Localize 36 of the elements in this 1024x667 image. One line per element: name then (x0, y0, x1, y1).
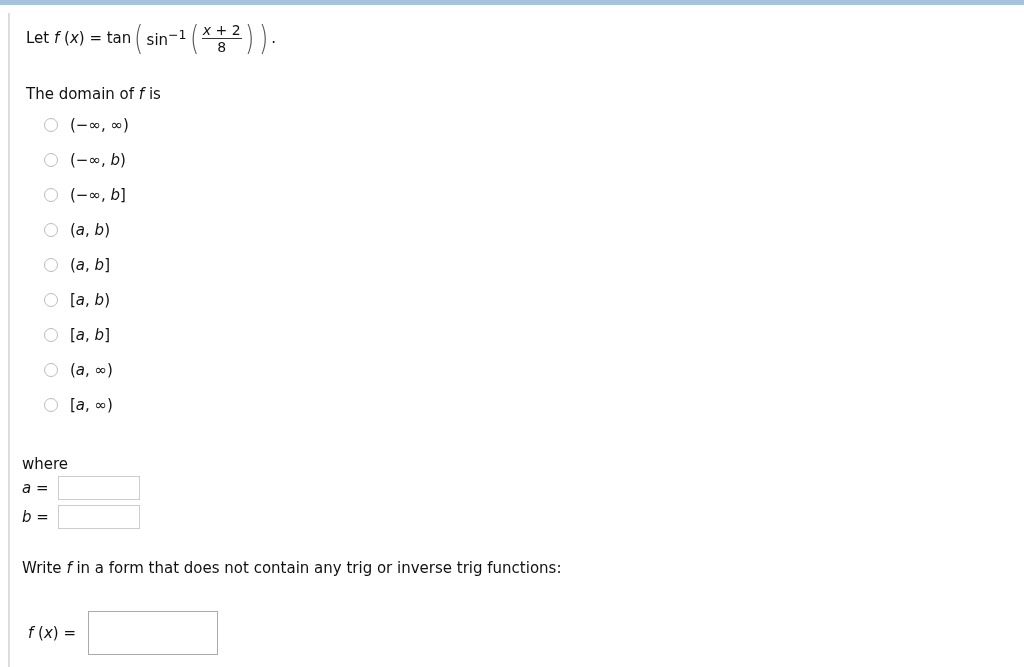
option-label[interactable]: (−∞, ∞) (70, 115, 129, 134)
question-text: Write f in a form that does not contain any trig or inverse trig functions: (22, 559, 563, 577)
radio-button[interactable] (44, 222, 58, 237)
option-label[interactable]: (a, b) (70, 220, 110, 239)
input-field[interactable] (58, 475, 140, 500)
radio-button[interactable] (44, 292, 58, 307)
input-field[interactable] (58, 504, 140, 529)
question-text: The domain of f is (26, 85, 162, 103)
option-label[interactable]: [a, b) (70, 290, 110, 309)
denominator: 8 (217, 38, 227, 55)
period: . (271, 29, 276, 47)
parenthesis: ) (258, 21, 269, 55)
radio-button[interactable] (44, 117, 58, 132)
numerator: x + 2 (201, 21, 242, 39)
parenthesis: ( (134, 21, 144, 55)
variable-label: b = (22, 507, 50, 526)
option-label[interactable]: (−∞, b] (70, 185, 126, 204)
answer-field[interactable] (88, 611, 218, 655)
where-label: where (22, 455, 70, 473)
variable-label: a = (22, 478, 50, 497)
option-label[interactable]: (−∞, b) (70, 150, 126, 169)
radio-button[interactable] (44, 257, 58, 272)
radio-button[interactable] (44, 362, 58, 377)
formula-text: sin$^{−1}$ (146, 27, 187, 49)
radio-button[interactable] (44, 152, 58, 167)
option-label[interactable]: [a, b] (70, 325, 110, 344)
parenthesis: ) (244, 21, 254, 55)
answer-label: f (x) = (28, 624, 77, 642)
option-label[interactable]: [a, ∞) (70, 395, 113, 414)
parenthesis: ( (189, 21, 199, 55)
radio-button[interactable] (44, 397, 58, 412)
option-label[interactable]: (a, b] (70, 255, 110, 274)
option-label[interactable]: (a, ∞) (70, 360, 113, 379)
formula-text: Let f (x) = tan (26, 29, 132, 47)
radio-button[interactable] (44, 187, 58, 202)
radio-button[interactable] (44, 327, 58, 342)
